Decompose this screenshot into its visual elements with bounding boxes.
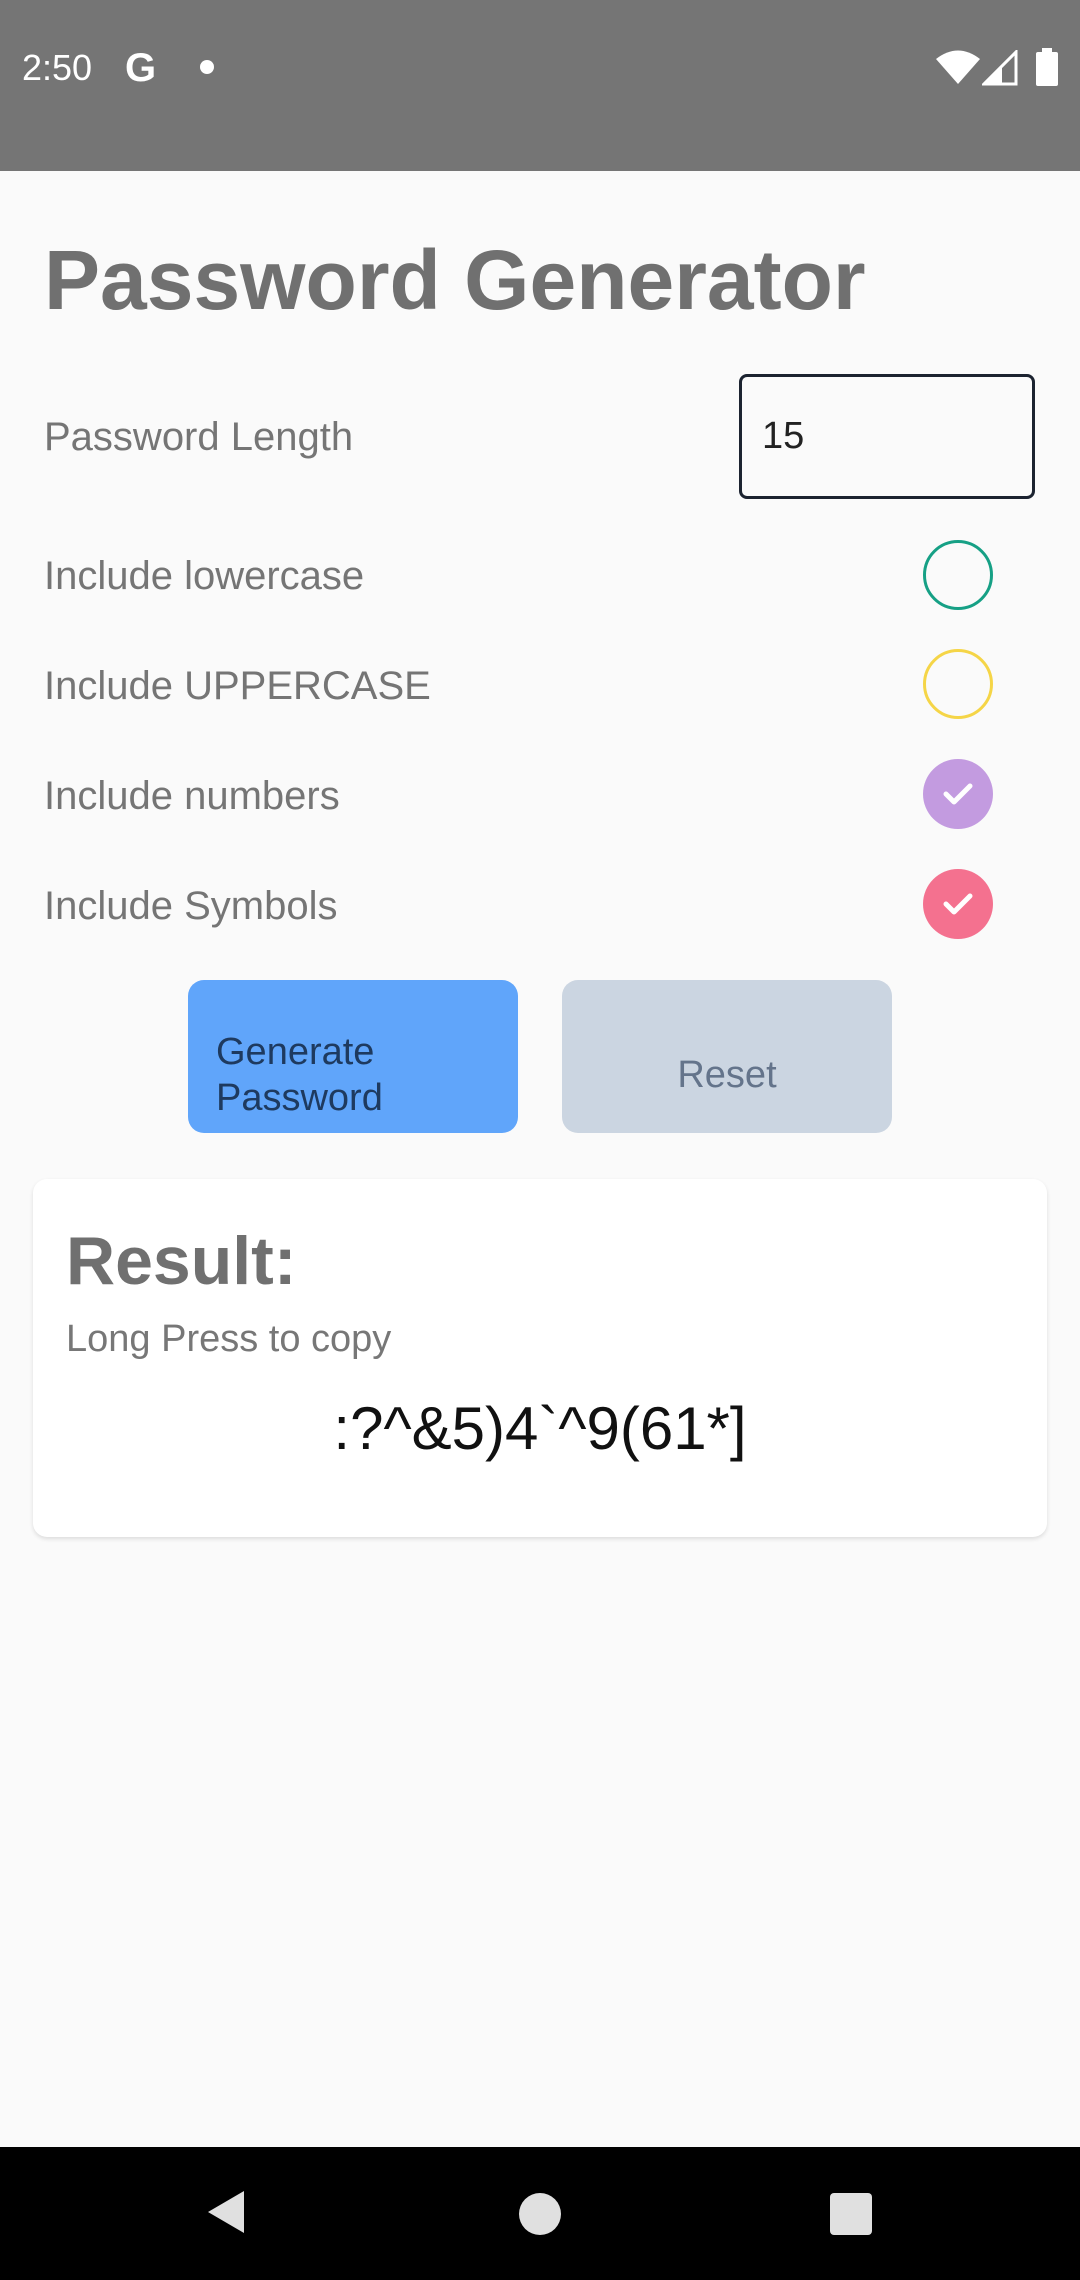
notification-dot-icon (200, 60, 214, 74)
password-length-label: Password Length (44, 415, 354, 459)
result-hint: Long Press to copy (66, 1318, 392, 1360)
status-time: 2:50 (22, 47, 93, 88)
uppercase-checkbox[interactable] (923, 649, 993, 719)
generate-button-label-line1: Generate (216, 1030, 375, 1073)
navigation-bar (0, 2147, 1080, 2280)
wifi-icon (936, 50, 980, 84)
option-label-symbols: Include Symbols (44, 884, 338, 928)
status-bar: 2:50 G (0, 0, 1080, 171)
option-label-uppercase: Include UPPERCASE (44, 664, 431, 708)
reset-button-label: Reset (677, 1053, 777, 1096)
checkmark-icon (943, 783, 973, 805)
recents-icon[interactable] (830, 2193, 872, 2235)
password-length-input[interactable] (739, 374, 1035, 499)
result-card: Result: Long Press to copy :?^&5)4`^9(61… (33, 1179, 1047, 1537)
checkmark-icon (943, 893, 973, 915)
google-icon: G (125, 46, 157, 90)
option-label-lowercase: Include lowercase (44, 554, 365, 598)
option-label-numbers: Include numbers (44, 774, 340, 818)
generated-password[interactable]: :?^&5)4`^9(61*] (33, 1391, 1047, 1467)
back-icon[interactable] (206, 2189, 246, 2235)
page-title: Password Generator (44, 233, 866, 327)
generate-button-label-line2: Password (216, 1076, 383, 1119)
battery-icon (1036, 48, 1058, 86)
symbols-checkbox[interactable] (923, 869, 993, 939)
signal-icon (982, 50, 1018, 86)
home-icon[interactable] (519, 2193, 561, 2235)
reset-button[interactable]: Reset (562, 980, 892, 1133)
numbers-checkbox[interactable] (923, 759, 993, 829)
lowercase-checkbox[interactable] (923, 540, 993, 610)
result-title: Result: (66, 1223, 297, 1299)
generate-password-button[interactable]: Generate Password (188, 980, 518, 1133)
